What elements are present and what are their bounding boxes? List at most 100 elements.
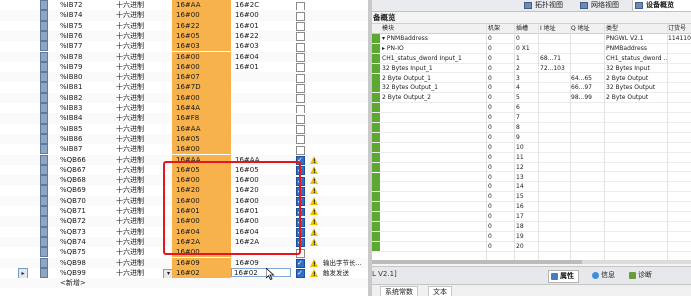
address-cell[interactable]: %IB80 [60, 72, 110, 82]
display-format-cell[interactable]: 十六进制 [116, 52, 161, 62]
display-format-cell[interactable]: 十六进制 [116, 124, 161, 134]
modify-value-cell[interactable] [233, 134, 291, 144]
display-format-cell[interactable]: 十六进制 [116, 155, 161, 165]
modify-value-cell[interactable]: 16#00 [233, 10, 291, 20]
overview-row[interactable]: 08 [372, 123, 691, 133]
modify-value-cell[interactable] [233, 103, 291, 113]
display-format-cell[interactable]: 十六进制 [116, 175, 161, 185]
overview-row[interactable]: 07 [372, 113, 691, 123]
address-cell[interactable]: %QB73 [60, 227, 110, 237]
display-format-cell[interactable]: 十六进制 [116, 31, 161, 41]
modify-value-cell[interactable]: 16#22 [233, 31, 291, 41]
display-format-cell[interactable]: 十六进制 [116, 247, 161, 257]
overview-row[interactable]: 0 14 [372, 182, 691, 193]
display-format-cell[interactable]: 十六进制 [116, 113, 161, 123]
modify-checkbox[interactable] [296, 135, 305, 145]
display-format-cell[interactable]: 十六进制 [116, 134, 161, 144]
overview-row[interactable]: 06 [372, 103, 691, 114]
modify-value-cell[interactable]: 16#01 [233, 21, 291, 31]
address-cell[interactable]: %IB75 [60, 21, 110, 31]
tab-topology-view[interactable]: 拓扑视图 [522, 0, 581, 11]
overview-row[interactable]: 0 15 [372, 192, 691, 203]
address-cell[interactable]: %QB98 [60, 258, 110, 268]
display-format-cell[interactable]: 十六进制 [116, 93, 161, 103]
modify-value-cell[interactable] [233, 144, 291, 154]
address-cell[interactable]: %IB82 [60, 93, 110, 103]
tab-device-view[interactable]: 设备概览 [632, 0, 691, 11]
display-format-cell[interactable]: 十六进制 [116, 268, 161, 278]
modify-value-cell[interactable] [233, 113, 291, 123]
modify-checkbox[interactable] [296, 53, 305, 62]
comment-cell[interactable]: 触发发送 [323, 268, 368, 278]
address-cell[interactable]: %IB83 [60, 103, 110, 113]
comment-cell[interactable]: 输出字节长... [323, 258, 368, 268]
address-cell[interactable]: %QB70 [60, 196, 110, 206]
display-format-cell[interactable]: 十六进制 [116, 206, 161, 216]
tab-properties[interactable]: 属性 [548, 270, 579, 283]
modify-value-cell[interactable]: 16#03 [233, 41, 291, 51]
modify-value-cell[interactable]: 16#02 [231, 268, 291, 278]
display-format-cell[interactable]: 十六进制 [116, 62, 161, 72]
display-format-cell[interactable]: 十六进制 [116, 185, 161, 195]
modify-checkbox[interactable] [296, 22, 305, 32]
address-cell[interactable]: %IB84 [60, 113, 110, 123]
address-cell[interactable]: %QB69 [60, 185, 110, 195]
display-format-cell[interactable]: 十六进制 [116, 196, 161, 206]
modify-value-cell[interactable]: 16#01 [233, 62, 291, 72]
address-cell[interactable]: %QB72 [60, 216, 110, 226]
modify-value-cell[interactable]: 16#04 [233, 52, 291, 62]
address-cell[interactable]: %QB67 [60, 165, 110, 175]
display-format-cell[interactable]: 十六进制 [116, 237, 161, 247]
overview-row[interactable]: 0 17 [372, 212, 691, 222]
column-header-q-address[interactable]: Q 地址 [571, 24, 605, 33]
address-cell[interactable]: %IB79 [60, 62, 110, 72]
overview-row[interactable]: 0 18 [372, 222, 691, 232]
overview-row[interactable]: 32 Bytes Output_1 0 4 66...97 32 Bytes Outpu… [372, 83, 691, 94]
overview-row[interactable]: 2 Byte Output_1 0 3 64...65 2 Byte Output [372, 73, 691, 84]
modify-checkbox[interactable] [296, 269, 305, 279]
address-cell[interactable]: %QB75 [60, 247, 110, 257]
modify-value-cell[interactable] [233, 278, 291, 288]
modify-checkbox[interactable] [296, 42, 305, 52]
overview-row[interactable]: 09 [372, 132, 691, 143]
address-cell[interactable]: %IB77 [60, 41, 110, 51]
display-format-cell[interactable]: 十六进制 [116, 103, 161, 113]
display-format-cell[interactable]: 十六进制 [116, 258, 161, 268]
column-header-rack[interactable]: 机架 [488, 24, 513, 33]
modify-checkbox[interactable] [296, 83, 305, 93]
overview-row[interactable]: 0 10 [372, 142, 691, 153]
tab-diagnostics[interactable]: 诊断 [627, 270, 652, 281]
tab-network-view[interactable]: 网络视图 [578, 0, 637, 11]
tab-info[interactable]: 信息 [590, 270, 615, 281]
address-cell[interactable]: <新增> [60, 278, 110, 288]
overview-row[interactable]: CH1_status_dword Input_1 0 1 68...71 CH1_sta… [372, 53, 691, 64]
display-format-cell[interactable]: 十六进制 [116, 0, 161, 10]
overview-row[interactable]: 0 12 [372, 162, 691, 173]
display-format-cell[interactable]: 十六进制 [116, 216, 161, 226]
modify-checkbox[interactable] [296, 125, 305, 135]
modify-value-cell[interactable]: 16#09 [233, 258, 291, 268]
address-cell[interactable]: %IB78 [60, 52, 110, 62]
modify-checkbox[interactable] [296, 11, 305, 21]
modify-checkbox[interactable] [296, 104, 305, 114]
address-cell[interactable]: %IB85 [60, 124, 110, 134]
address-cell[interactable]: %QB74 [60, 237, 110, 247]
modify-checkbox[interactable] [296, 63, 305, 73]
overview-row[interactable]: ▸ PN-IO 0 0 X1 PNMBaddress [372, 43, 691, 54]
overview-row[interactable]: 0 16 [372, 202, 691, 213]
overview-row[interactable]: 0 13 [372, 172, 691, 183]
display-format-cell[interactable]: 十六进制 [116, 41, 161, 51]
column-header-type[interactable]: 类型 [606, 24, 668, 33]
tab-system-constants[interactable]: 系统常数 [380, 286, 418, 296]
display-format-cell[interactable] [116, 278, 161, 288]
display-format-cell[interactable]: 十六进制 [116, 72, 161, 82]
display-format-cell[interactable]: 十六进制 [116, 227, 161, 237]
overview-row[interactable]: 0 11 [372, 152, 691, 163]
column-header-module[interactable]: 模块 [382, 24, 480, 33]
tab-texts[interactable]: 文本 [428, 286, 452, 296]
overview-row[interactable]: ▾ PNMBaddress 0 0 PNGWL V2.1 114110 [372, 33, 691, 44]
overview-row[interactable]: 32 Bytes Input_1 0 2 72...103 32 Bytes Input [372, 63, 691, 74]
modify-checkbox[interactable] [296, 145, 305, 155]
modify-value-cell[interactable] [233, 72, 291, 82]
modify-value-cell[interactable] [233, 82, 291, 92]
